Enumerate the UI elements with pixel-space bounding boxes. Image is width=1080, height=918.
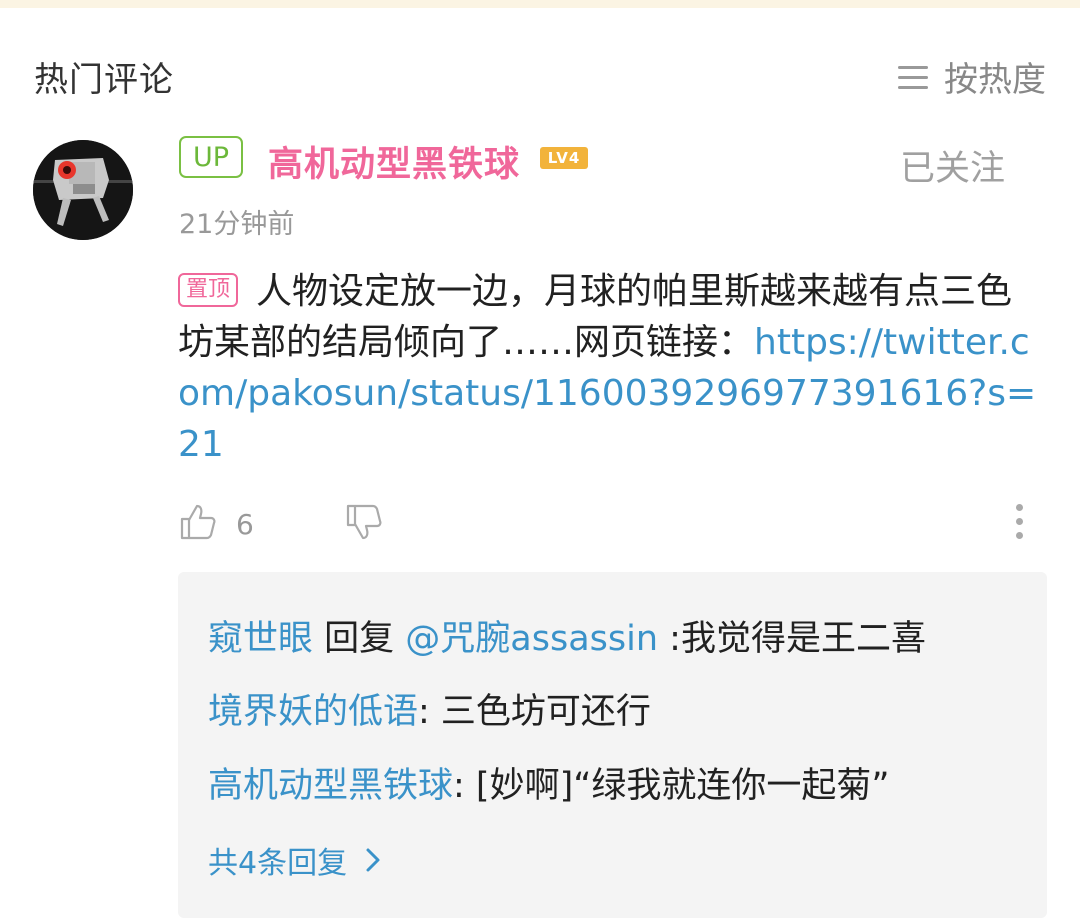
reply-author[interactable]: 境界妖的低语 xyxy=(208,692,418,732)
thumbs-down-icon[interactable] xyxy=(344,502,384,542)
comment-username[interactable]: 高机动型黑铁球 xyxy=(268,136,520,187)
reply-author[interactable]: 高机动型黑铁球 xyxy=(208,766,453,806)
reply-item[interactable]: 窥世眼 回复 @咒腕assassin :我觉得是王二喜 xyxy=(208,610,926,661)
sort-label: 按热度 xyxy=(944,60,1046,100)
reply-author[interactable]: 窥世眼 xyxy=(208,619,313,659)
replies-panel[interactable]: 窥世眼 回复 @咒腕assassin :我觉得是王二喜 境界妖的低语: 三色坊可… xyxy=(178,572,1047,918)
top-strip xyxy=(0,0,1080,8)
reply-text: : [妙啊]“绿我就连你一起菊” xyxy=(453,766,890,806)
thumbs-up-icon[interactable] xyxy=(178,502,218,542)
reply-item[interactable]: 境界妖的低语: 三色坊可还行 xyxy=(208,683,651,734)
follow-button[interactable]: 已关注 xyxy=(900,140,1005,191)
reply-text: :我觉得是王二喜 xyxy=(658,619,926,659)
chevron-right-icon xyxy=(366,848,380,872)
pinned-badge: 置顶 xyxy=(178,273,239,307)
menu-icon xyxy=(898,64,928,90)
reply-mention[interactable]: @咒腕assassin xyxy=(405,619,658,659)
up-badge: UP xyxy=(179,136,243,178)
reply-verb: 回复 xyxy=(313,619,406,659)
section-title: 热门评论 xyxy=(34,60,174,100)
avatar[interactable] xyxy=(33,140,133,240)
sort-button[interactable]: 按热度 xyxy=(898,52,1046,101)
avatar-image xyxy=(33,140,133,240)
level-badge: LV4 xyxy=(540,147,588,169)
comment-time: 21分钟前 xyxy=(179,209,295,240)
reply-item[interactable]: 高机动型黑铁球: [妙啊]“绿我就连你一起菊” xyxy=(208,757,890,808)
reply-text: : 三色坊可还行 xyxy=(418,692,651,732)
more-options-icon[interactable] xyxy=(1012,504,1026,546)
view-all-replies-label: 共4条回复 xyxy=(208,846,348,881)
like-count: 6 xyxy=(236,508,254,541)
comment-actions: 6 xyxy=(178,500,1048,548)
comment-content: 置顶 人物设定放一边，月球的帕里斯越来越有点三色坊某部的结局倾向了……网页链接：h… xyxy=(178,266,1046,470)
view-all-replies-button[interactable]: 共4条回复 xyxy=(208,838,381,882)
